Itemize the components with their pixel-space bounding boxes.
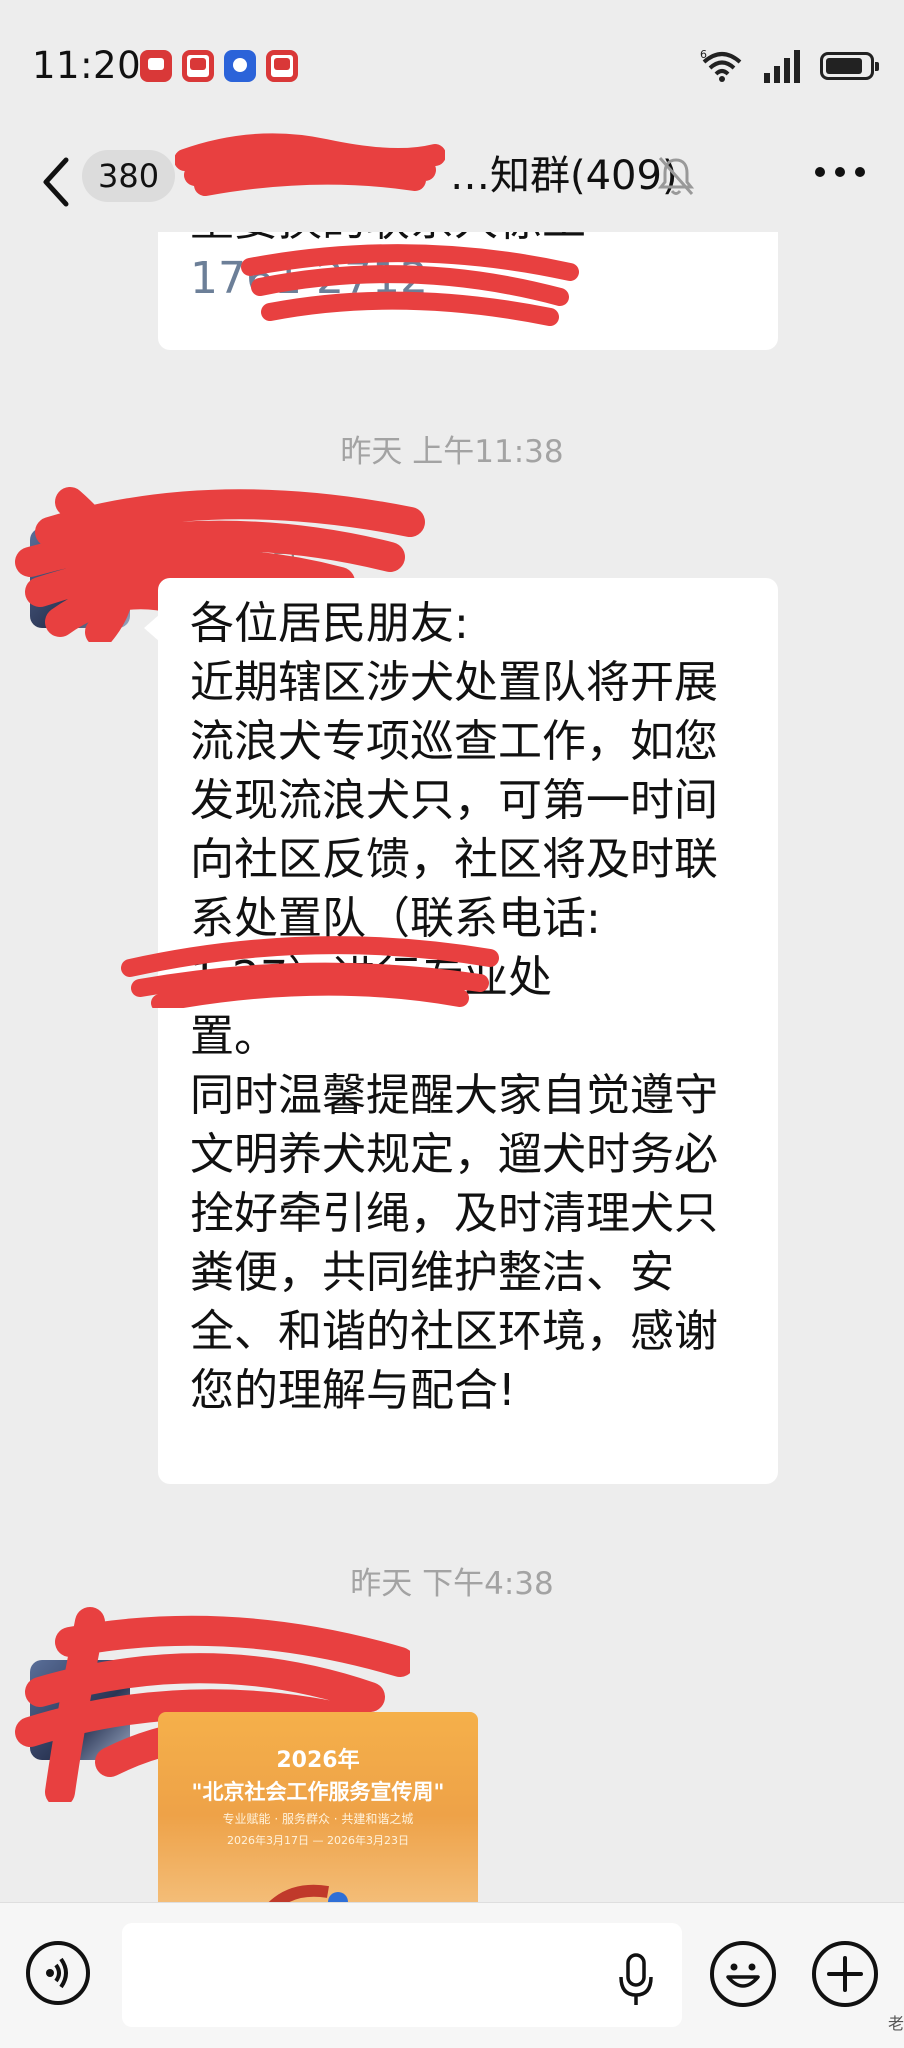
message-line: 流浪犬专项巡查工作，如您 (190, 716, 718, 767)
poster-title: "北京社会工作服务宣传周" (191, 1780, 445, 1804)
message-timestamp: 昨天 下午4:38 (350, 1566, 554, 1602)
status-time: 11:20 (32, 44, 142, 87)
voice-toggle-button[interactable] (26, 1941, 90, 2005)
message-text: 各位居民朋友: 近期辖区涉犬处置队将开展 流浪犬专项巡查工作，如您 发现流浪犬只，可第… (190, 594, 758, 1420)
message-line: 拴好牵引绳，及时清理犬只 (190, 1188, 718, 1239)
notification-icons (140, 50, 298, 82)
wifi-icon: 6 (700, 48, 742, 82)
more-functions-button[interactable] (812, 1941, 878, 2007)
more-options-icon[interactable] (812, 162, 868, 182)
poster-logo (268, 1884, 348, 1902)
message-line: 发现流浪犬只，可第一时间 (190, 775, 718, 826)
avatar[interactable] (30, 1660, 130, 1760)
app-notification-icon (140, 50, 172, 82)
message-text: 重要换的联系人徐工 (190, 232, 746, 250)
chat-header: 380 …知群(409) (0, 132, 904, 232)
message-line: 文明养犬规定，遛犬时务必 (190, 1129, 718, 1180)
image-message[interactable]: 2026年 "北京社会工作服务宣传周" 专业赋能 · 服务群众 · 共建和谐之城… (158, 1712, 478, 1902)
unread-count-badge[interactable]: 380 (82, 150, 176, 202)
message-line: 粪便，共同维护整洁、安 (190, 1247, 674, 1298)
mail-icon (266, 50, 298, 82)
message-line: 向社区反馈，社区将及时联 (190, 834, 718, 885)
chat-input-bar (0, 1902, 904, 2048)
emoji-icon (726, 1963, 760, 1988)
battery-icon (820, 52, 879, 80)
back-arrow-icon[interactable] (36, 152, 76, 212)
avatar[interactable] (30, 528, 130, 628)
poster-dates: 2026年3月17日 — 2026年3月23日 (227, 1834, 409, 1847)
svg-text:6: 6 (700, 48, 707, 61)
message-bubble[interactable]: 重要换的联系人徐工 1761 2712 (158, 232, 778, 350)
message-bubble[interactable]: 各位居民朋友: 近期辖区涉犬处置队将开展 流浪犬专项巡查工作，如您 发现流浪犬只，可第… (144, 578, 778, 1484)
message-line: 近期辖区涉犬处置队将开展 (190, 657, 718, 708)
message-line: 全、和谐的社区环境，感谢 (190, 1306, 718, 1357)
message-timestamp: 昨天 上午11:38 (340, 434, 564, 470)
message-input[interactable] (122, 1923, 682, 2027)
sender-name: 社区网格员 (158, 539, 299, 572)
message-line: 同时温馨提醒大家自觉遵守 (190, 1070, 718, 1121)
mute-bell-icon (657, 157, 695, 195)
message-line: 系处置队（联系电话: (190, 893, 601, 944)
message-line: 1 27）进行专业处 (190, 952, 552, 1003)
signal-icon (764, 50, 800, 83)
message-line: 置。 (190, 1011, 278, 1062)
plus-icon (827, 1956, 863, 1992)
bulb-icon (224, 50, 256, 82)
status-bar: 11:20 6 (0, 0, 904, 132)
message-line: 您的理解与配合! (190, 1365, 516, 1416)
phone-number-link[interactable]: 1761 2712 (190, 250, 746, 308)
status-right: 6 (700, 48, 879, 84)
poster-subtitle: 专业赋能 · 服务群众 · 共建和谐之城 (222, 1812, 414, 1826)
chat-title: …知群(409) (450, 153, 678, 199)
emoji-button[interactable] (710, 1941, 776, 2007)
chat-message-list[interactable]: 重要换的联系人徐工 1761 2712 昨天 上午11:38 社区网格员 各位居… (0, 232, 904, 1902)
microphone-icon[interactable] (616, 1951, 656, 2007)
voice-wave-icon (46, 1957, 68, 1989)
poster-year: 2026年 (276, 1748, 360, 1773)
mail-icon (182, 50, 214, 82)
watermark: 老 (887, 2014, 904, 2033)
message-line: 各位居民朋友: (190, 598, 469, 649)
